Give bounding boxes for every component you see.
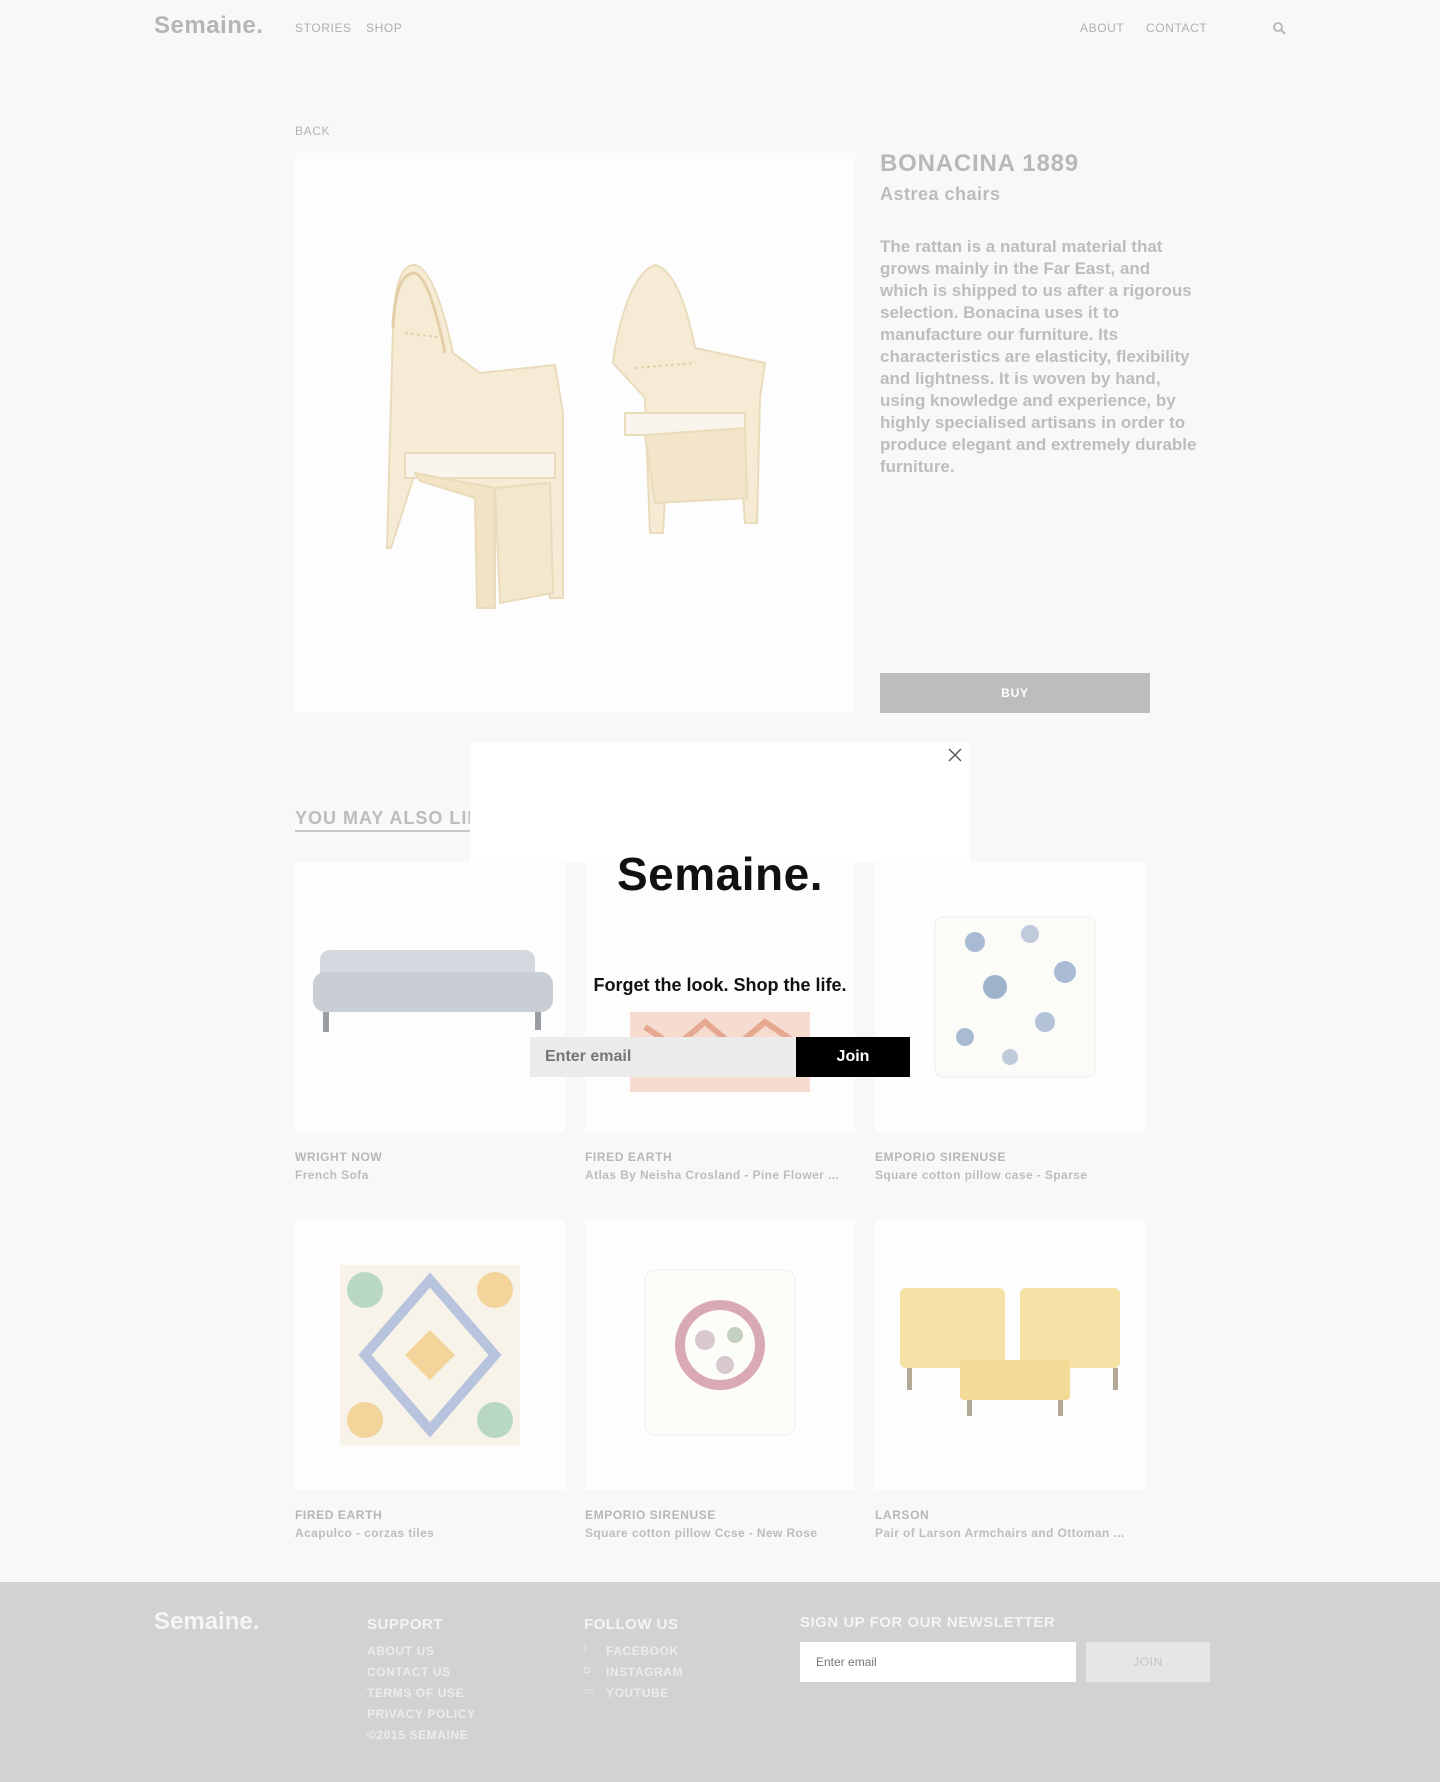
modal-logo: Semaine.	[617, 848, 823, 900]
product-image	[295, 153, 855, 713]
product-description: The rattan is a natural material that gr…	[880, 237, 1197, 476]
back-link[interactable]: BACK	[295, 124, 330, 138]
product-card-image[interactable]	[875, 1220, 1145, 1490]
acapulco-tile-image	[340, 1265, 520, 1445]
product-name: Astrea chairs	[880, 184, 1001, 204]
card-title[interactable]: Pair of Larson Armchairs and Ottoman ...	[875, 1526, 1145, 1540]
card-title[interactable]: Acapulco - corzas tiles	[295, 1526, 565, 1540]
footer-link-facebook[interactable]: FACEBOOK	[606, 1644, 679, 1658]
site-header: Semaine. STORIES SHOP ABOUT CONTACT	[0, 0, 1440, 56]
nav-stories[interactable]: STORIES	[295, 21, 352, 35]
site-logo[interactable]: Semaine.	[154, 12, 263, 40]
card-brand: EMPORIO SIRENUSE	[875, 1150, 1006, 1164]
footer-copyright: ©2015 SEMAINE	[367, 1728, 469, 1742]
footer-link-terms[interactable]: TERMS OF USE	[367, 1686, 464, 1700]
product-card-image[interactable]	[585, 1220, 855, 1490]
card-brand: WRIGHT NOW	[295, 1150, 383, 1164]
facebook-icon[interactable]: f	[584, 1644, 587, 1655]
footer-link-instagram[interactable]: INSTAGRAM	[606, 1665, 683, 1679]
modal-join-button[interactable]: Join	[796, 1037, 910, 1077]
newsletter-heading: SIGN UP FOR OUR NEWSLETTER	[800, 1614, 1056, 1631]
pillow-new-rose-image	[644, 1269, 796, 1436]
product-brand: BONACINA 1889	[880, 150, 1079, 177]
armchairs-image	[900, 1288, 1120, 1416]
sofa-image	[313, 950, 553, 1032]
close-icon[interactable]	[947, 747, 963, 763]
footer-support-heading: SUPPORT	[367, 1616, 444, 1633]
nav-shop[interactable]: SHOP	[366, 21, 402, 35]
footer-link-about-us[interactable]: ABOUT US	[367, 1644, 434, 1658]
product-card-image[interactable]	[295, 1220, 565, 1490]
card-brand: EMPORIO SIRENUSE	[585, 1508, 716, 1522]
footer-link-youtube[interactable]: YOUTUBE	[606, 1686, 669, 1700]
site-footer: Semaine. SUPPORT ABOUT US CONTACT US TER…	[0, 1582, 1440, 1782]
nav-contact[interactable]: CONTACT	[1146, 21, 1207, 35]
footer-logo[interactable]: Semaine.	[154, 1608, 259, 1636]
buy-button[interactable]: BUY	[880, 673, 1150, 713]
card-title[interactable]: French Sofa	[295, 1168, 565, 1182]
instagram-icon[interactable]: ◘	[584, 1665, 590, 1676]
card-title[interactable]: Square cotton pillow case - Sparse	[875, 1168, 1145, 1182]
also-like-heading: YOU MAY ALSO LIKE	[295, 808, 495, 832]
search-icon[interactable]	[1272, 21, 1286, 35]
tile-image	[630, 1012, 810, 1092]
footer-link-contact-us[interactable]: CONTACT US	[367, 1665, 451, 1679]
chairs-illustration	[385, 263, 767, 609]
newsletter-email-input[interactable]	[800, 1642, 1076, 1682]
card-title[interactable]: Square cotton pillow Ccse - New Rose	[585, 1526, 855, 1540]
modal-tagline: Forget the look. Shop the life.	[593, 975, 847, 995]
product-card-image[interactable]	[875, 862, 1145, 1132]
nav-about[interactable]: ABOUT	[1080, 21, 1124, 35]
modal-email-input[interactable]	[530, 1037, 796, 1077]
card-brand: FIRED EARTH	[295, 1508, 383, 1522]
product-card-image[interactable]	[295, 862, 565, 1132]
newsletter-join-button[interactable]: JOIN	[1086, 1642, 1210, 1682]
newsletter-modal	[470, 742, 970, 862]
youtube-icon[interactable]: ▭	[584, 1686, 593, 1697]
pillow-sparse-image	[934, 916, 1096, 1078]
card-brand: LARSON	[875, 1508, 930, 1522]
card-brand: FIRED EARTH	[585, 1150, 673, 1164]
footer-link-privacy[interactable]: PRIVACY POLICY	[367, 1707, 476, 1721]
card-title[interactable]: Atlas By Neisha Crosland - Pine Flower .…	[585, 1168, 855, 1182]
product-card-image[interactable]	[585, 862, 855, 1132]
footer-follow-heading: FOLLOW US	[584, 1616, 679, 1633]
